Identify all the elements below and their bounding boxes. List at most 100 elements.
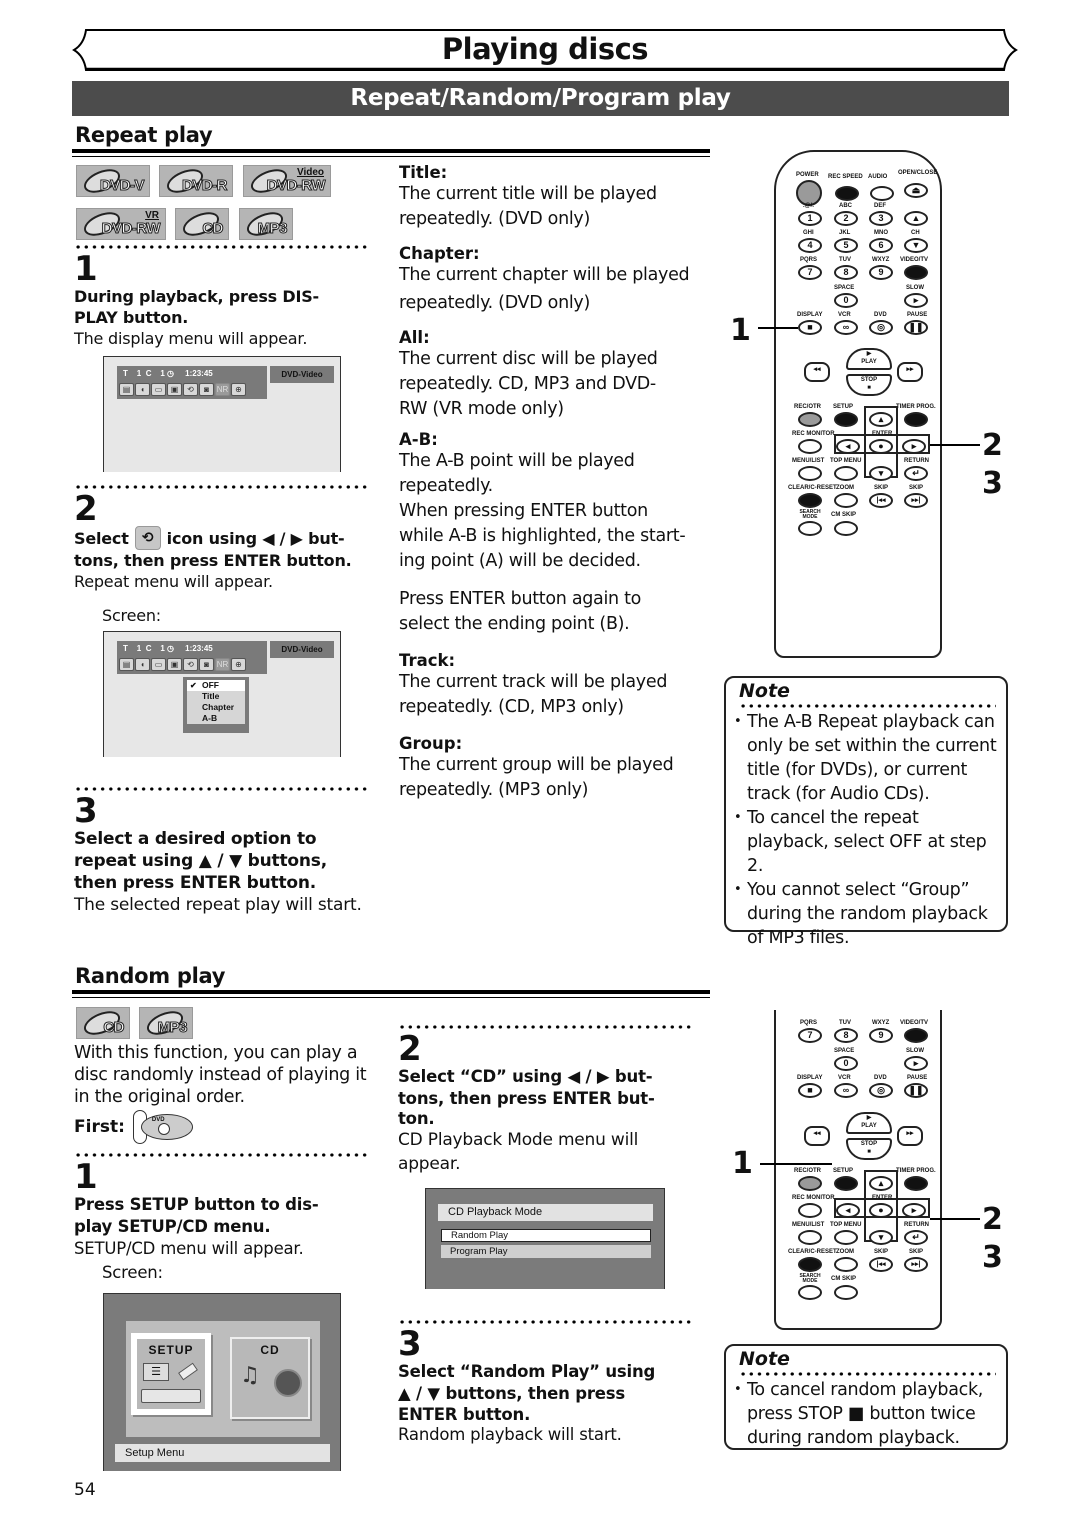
digit-8-button[interactable]: 8 <box>834 1028 858 1043</box>
menu-list-button[interactable] <box>798 1230 822 1245</box>
marker-icon[interactable]: ◙ <box>199 658 214 671</box>
cd-tile[interactable]: CD ♫ <box>230 1337 310 1419</box>
pause-button[interactable]: ❚❚ <box>904 320 928 335</box>
repeat-option-a-b[interactable]: A-B <box>187 713 245 724</box>
up-button[interactable]: ▴ <box>869 412 893 427</box>
up-button[interactable]: ▴ <box>869 1176 893 1191</box>
digit-9-button[interactable]: 9 <box>869 265 893 280</box>
skip-back-button[interactable]: |◂◂ <box>869 1257 893 1272</box>
program-play-option[interactable]: Program Play <box>441 1245 651 1258</box>
rec-monitor-button[interactable] <box>798 1203 822 1218</box>
rec-monitor-button[interactable] <box>798 439 822 454</box>
rewind-button[interactable]: ◂◂ <box>804 1126 830 1146</box>
digit-7-button[interactable]: 7 <box>798 1028 822 1043</box>
vcr-button[interactable]: ∞ <box>834 1083 858 1098</box>
search-mode-button[interactable] <box>798 1285 822 1300</box>
digit-7-button[interactable]: 7 <box>798 265 822 280</box>
skip-back-button[interactable]: |◂◂ <box>869 493 893 508</box>
top-menu-button[interactable] <box>834 1230 858 1245</box>
down-button[interactable]: ▾ <box>869 466 893 481</box>
digit-9-button[interactable]: 9 <box>869 1028 893 1043</box>
stop-button[interactable]: STOP ■ <box>846 374 892 396</box>
rec-speed-button[interactable] <box>835 186 859 201</box>
random-play-option[interactable]: Random Play <box>441 1229 651 1242</box>
fast-forward-button[interactable]: ▸▸ <box>897 1126 923 1146</box>
zoom-button[interactable] <box>834 493 858 508</box>
fast-forward-button[interactable]: ▸▸ <box>897 362 923 382</box>
rewind-button[interactable]: ◂◂ <box>804 362 830 382</box>
stop-button[interactable]: STOP ■ <box>846 1138 892 1160</box>
enter-button[interactable]: ● <box>869 439 893 454</box>
play-button[interactable]: ▶ PLAY <box>846 1112 892 1134</box>
slow-button[interactable]: ▸ <box>904 1056 928 1071</box>
badge-label: DVD-V <box>99 177 145 195</box>
top-menu-button[interactable] <box>834 466 858 481</box>
digit-8-button[interactable]: 8 <box>834 265 858 280</box>
vcr-button[interactable]: ∞ <box>834 320 858 335</box>
subtitle-icon[interactable]: ▭ <box>151 383 166 396</box>
return-button[interactable]: ↵ <box>904 466 928 481</box>
channel-down-button[interactable]: ▼ <box>904 238 928 253</box>
audio-icon[interactable]: ◖ <box>135 658 150 671</box>
timer-prog-button[interactable] <box>904 412 928 427</box>
setup-button[interactable] <box>834 1176 858 1191</box>
dvd-button[interactable]: ◎ <box>869 320 893 335</box>
language-icon[interactable]: ▤ <box>119 383 134 396</box>
clear-reset-button[interactable] <box>798 493 822 508</box>
digit-0-button[interactable]: 0 <box>834 293 858 308</box>
down-button[interactable]: ▾ <box>869 1230 893 1245</box>
pause-button[interactable]: ❚❚ <box>904 1083 928 1098</box>
right-button[interactable]: ▸ <box>902 439 926 454</box>
digit-3-button[interactable]: 3 <box>869 211 893 226</box>
audio-button[interactable] <box>870 186 894 201</box>
cm-skip-button[interactable] <box>834 521 858 536</box>
digit-4-button[interactable]: 4 <box>798 238 822 253</box>
menu-list-button[interactable] <box>798 466 822 481</box>
repeat-icon[interactable]: ⟲ <box>183 658 198 671</box>
repeat-option-title[interactable]: Title <box>187 691 245 702</box>
left-button[interactable]: ◂ <box>836 439 860 454</box>
repeat-option-chapter[interactable]: Chapter <box>187 702 245 713</box>
angle-icon[interactable]: ▣ <box>167 383 182 396</box>
rec-otr-button[interactable] <box>798 412 822 427</box>
skip-forward-button[interactable]: ▸▸| <box>904 1257 928 1272</box>
zoom-button[interactable] <box>834 1257 858 1272</box>
timer-prog-button[interactable] <box>904 1176 928 1191</box>
open-close-button[interactable]: ⏏ <box>904 183 928 198</box>
clear-reset-button[interactable] <box>798 1257 822 1272</box>
rec-otr-button[interactable] <box>798 1176 822 1191</box>
display-button[interactable]: ■ <box>798 1083 822 1098</box>
digit-6-button[interactable]: 6 <box>869 238 893 253</box>
search-mode-button[interactable] <box>798 521 822 536</box>
repeat-option-off[interactable]: OFF <box>187 680 245 691</box>
marker-icon[interactable]: ◙ <box>199 383 214 396</box>
angle-icon[interactable]: ▣ <box>167 658 182 671</box>
video-tv-button[interactable] <box>904 1028 928 1043</box>
enter-button[interactable]: ● <box>869 1203 893 1218</box>
digit-2-button[interactable]: 2 <box>834 211 858 226</box>
left-button[interactable]: ◂ <box>836 1203 860 1218</box>
return-button[interactable]: ↵ <box>904 1230 928 1245</box>
skip-forward-button[interactable]: ▸▸| <box>904 493 928 508</box>
repeat-icon[interactable]: ⟲ <box>183 383 198 396</box>
dvd-button[interactable]: ◎ <box>869 1083 893 1098</box>
setup-button[interactable] <box>834 412 858 427</box>
audio-icon[interactable]: ◖ <box>135 383 150 396</box>
slow-button[interactable]: ▸ <box>904 293 928 308</box>
digit-0-button[interactable]: 0 <box>834 1056 858 1071</box>
zoom-icon[interactable]: ⊕ <box>231 383 246 396</box>
play-button[interactable]: ▶ PLAY <box>846 348 892 370</box>
display-button[interactable]: ■ <box>798 320 822 335</box>
channel-up-button[interactable]: ▲ <box>904 211 928 226</box>
nr-icon[interactable]: NR <box>215 658 230 671</box>
nr-icon[interactable]: NR <box>215 383 230 396</box>
digit-5-button[interactable]: 5 <box>834 238 858 253</box>
subtitle-icon[interactable]: ▭ <box>151 658 166 671</box>
zoom-icon[interactable]: ⊕ <box>231 658 246 671</box>
video-tv-button[interactable] <box>904 265 928 280</box>
setup-tile[interactable]: SETUP ☰ <box>131 1333 211 1415</box>
right-button[interactable]: ▸ <box>902 1203 926 1218</box>
language-icon[interactable]: ▤ <box>119 658 134 671</box>
digit-1-button[interactable]: 1 <box>798 211 822 226</box>
cm-skip-button[interactable] <box>834 1285 858 1300</box>
